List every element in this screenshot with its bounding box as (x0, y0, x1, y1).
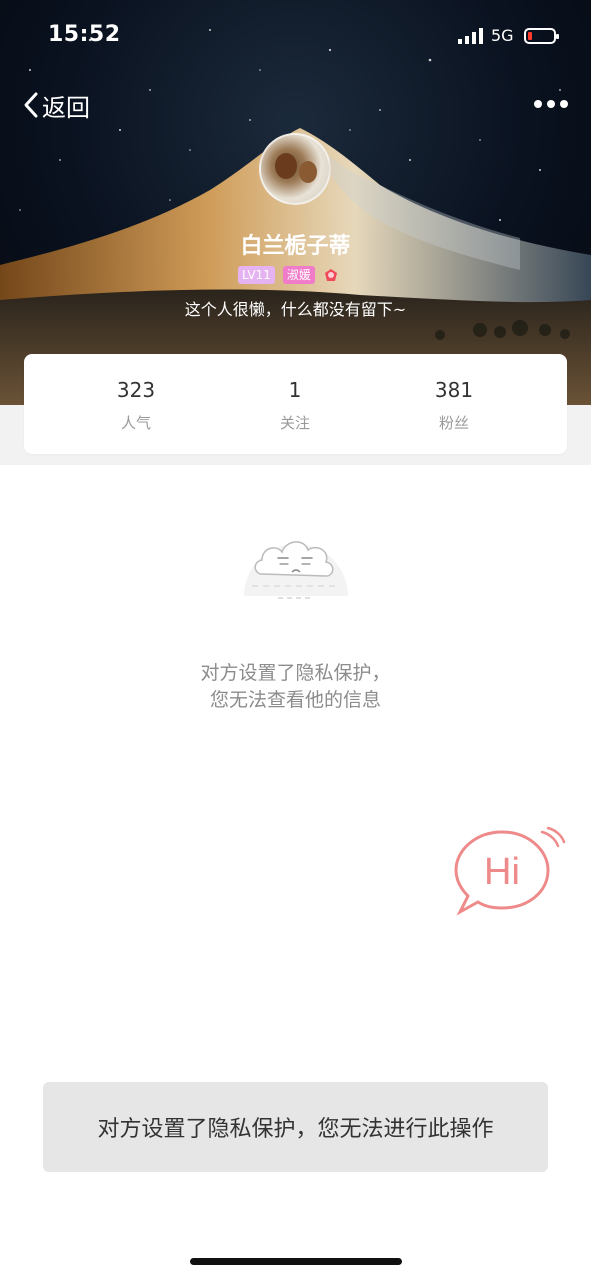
level-badge: LV11 (238, 266, 275, 284)
rose-badge-icon (324, 269, 337, 281)
status-bar: 15:52 5G (0, 0, 591, 70)
stat-following[interactable]: 1 关注 (235, 378, 355, 433)
network-type: 5G (491, 26, 514, 45)
title-badge: 淑媛 (282, 266, 315, 284)
home-indicator[interactable] (190, 1258, 402, 1265)
status-time: 15:52 (48, 22, 121, 47)
stat-label: 关注 (279, 414, 310, 432)
privacy-line-2: 您无法查看他的信息 (209, 689, 381, 711)
more-options-button[interactable] (532, 96, 570, 112)
stat-value: 1 (288, 378, 302, 402)
say-hi-button[interactable]: Hi (450, 826, 566, 916)
toast-message: 对方设置了隐私保护，您无法进行此操作 (43, 1082, 548, 1172)
cellular-signal-icon (458, 28, 483, 44)
privacy-line-1: 对方设置了隐私保护， (200, 662, 391, 684)
badge-row: LV11 淑媛 (238, 265, 339, 285)
avatar[interactable] (259, 133, 331, 205)
profile-header: 15:52 5G 返回 白兰栀子蒂 LV11 淑媛 这个人很懒，什么都没有留下~ (0, 0, 591, 405)
hi-label: Hi (484, 851, 520, 893)
stat-value: 381 (434, 378, 474, 402)
stat-label: 粉丝 (438, 414, 469, 432)
back-button[interactable]: 返回 (22, 88, 90, 122)
sad-cloud-icon (244, 541, 348, 599)
more-dots-icon (534, 100, 542, 108)
username: 白兰栀子蒂 (240, 234, 351, 259)
battery-icon (524, 28, 559, 44)
back-label: 返回 (42, 93, 90, 122)
chevron-left-icon (24, 92, 38, 118)
stat-label: 人气 (120, 414, 151, 432)
profile-bio: 这个人很懒，什么都没有留下~ (184, 300, 407, 319)
stat-popularity[interactable]: 323 人气 (76, 378, 196, 433)
privacy-message: 对方设置了隐私保护， 您无法查看他的信息 (0, 660, 591, 714)
stats-card: 323 人气 1 关注 381 粉丝 (24, 354, 567, 454)
toast-text: 对方设置了隐私保护，您无法进行此操作 (97, 1117, 494, 1142)
stat-followers[interactable]: 381 粉丝 (394, 378, 514, 433)
stat-value: 323 (116, 378, 156, 402)
